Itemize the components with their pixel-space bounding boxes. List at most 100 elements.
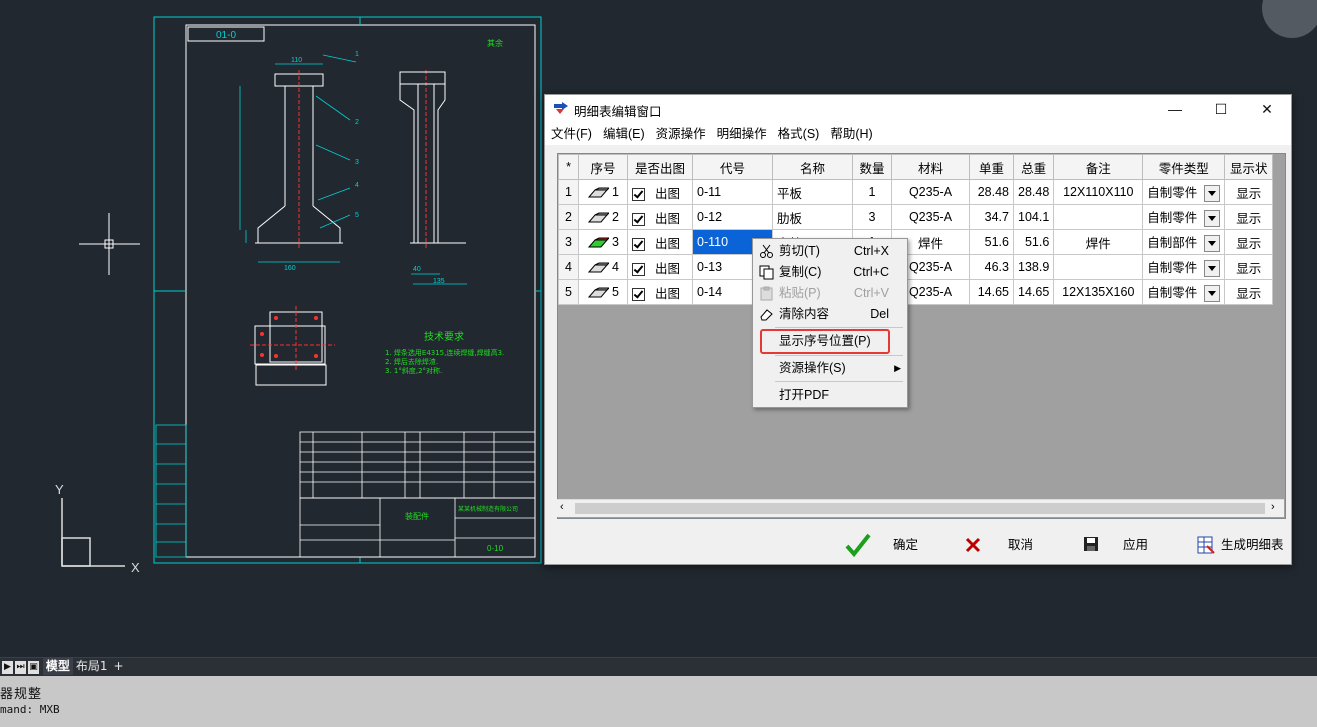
seq-cell[interactable]: 1	[578, 179, 628, 205]
type-cell[interactable]: 自制零件	[1142, 279, 1226, 305]
code-cell[interactable]: 0-12	[692, 204, 773, 230]
col-header-code[interactable]: 代号	[692, 154, 773, 180]
table-row[interactable]: 3 3 出图 0-110 立柱 1 焊件 51.6 51.6 焊件 自制部件 显…	[558, 229, 1274, 255]
col-header-qty[interactable]: 数量	[852, 154, 892, 180]
type-cell[interactable]: 自制部件	[1142, 229, 1226, 255]
command-line-area[interactable]: 器规整 mand: MXB	[0, 676, 1317, 727]
col-header-total-weight[interactable]: 总重	[1012, 154, 1055, 180]
minimize-button[interactable]: —	[1152, 95, 1198, 123]
total-weight-cell[interactable]: 14.65	[1012, 279, 1055, 305]
unit-weight-cell[interactable]: 51.6	[969, 229, 1014, 255]
tab-nav-last-icon[interactable]: ⏭	[15, 661, 26, 674]
col-header-draw[interactable]: 是否出图	[627, 154, 693, 180]
total-weight-cell[interactable]: 51.6	[1012, 229, 1055, 255]
row-number[interactable]: 4	[558, 254, 579, 280]
seq-cell[interactable]: 4	[578, 254, 628, 280]
draw-checkbox[interactable]	[632, 187, 645, 201]
display-cell[interactable]: 显示	[1224, 179, 1274, 205]
total-weight-cell[interactable]: 28.48	[1012, 179, 1055, 205]
menu-format[interactable]: 格式(S)	[773, 123, 825, 145]
generate-bom-button[interactable]: 生成明细表	[1195, 531, 1291, 559]
ok-button[interactable]: 确定	[845, 531, 935, 559]
draw-cell[interactable]: 出图	[627, 229, 693, 255]
menu-file[interactable]: 文件(F)	[546, 123, 597, 145]
unit-weight-cell[interactable]: 14.65	[969, 279, 1014, 305]
type-cell[interactable]: 自制零件	[1142, 179, 1226, 205]
total-weight-cell[interactable]: 138.9	[1012, 254, 1055, 280]
draw-cell[interactable]: 出图	[627, 254, 693, 280]
qty-cell[interactable]: 1	[852, 179, 892, 205]
type-dropdown-icon[interactable]	[1204, 210, 1221, 227]
type-cell[interactable]: 自制零件	[1142, 254, 1226, 280]
draw-checkbox[interactable]	[632, 287, 645, 301]
type-cell[interactable]: 自制零件	[1142, 204, 1226, 230]
bom-grid[interactable]: * 序号 是否出图 代号 名称 数量 材料 单重 总重 备注 零件类型 显示状 …	[557, 153, 1286, 519]
menu-resource[interactable]: 资源操作	[651, 123, 711, 145]
scroll-thumb[interactable]	[575, 503, 1265, 514]
table-row[interactable]: 1 1 出图 0-11 平板 1 Q235-A 28.48 28.48 12X1…	[558, 179, 1274, 205]
col-header-display[interactable]: 显示状	[1224, 154, 1274, 180]
col-header-material[interactable]: 材料	[891, 154, 970, 180]
draw-checkbox[interactable]	[632, 212, 645, 226]
name-cell[interactable]: 平板	[772, 179, 853, 205]
col-header-seq[interactable]: 序号	[578, 154, 628, 180]
display-cell[interactable]: 显示	[1224, 279, 1274, 305]
qty-cell[interactable]: 3	[852, 204, 892, 230]
total-weight-cell[interactable]: 104.1	[1012, 204, 1055, 230]
row-number[interactable]: 1	[558, 179, 579, 205]
material-cell[interactable]: Q235-A	[891, 204, 970, 230]
note-cell[interactable]	[1053, 204, 1144, 230]
menu-bom-ops[interactable]: 明细操作	[712, 123, 772, 145]
menu-item-open-pdf[interactable]: 打开PDF	[753, 385, 907, 406]
type-dropdown-icon[interactable]	[1204, 235, 1221, 252]
table-row[interactable]: 2 2 出图 0-12 肋板 3 Q235-A 34.7 104.1 自制零件 …	[558, 204, 1274, 230]
tab-add-button[interactable]: +	[110, 658, 126, 675]
row-number[interactable]: 3	[558, 229, 579, 255]
tab-nav-next-icon[interactable]: ▶	[2, 661, 13, 674]
type-dropdown-icon[interactable]	[1204, 260, 1221, 277]
note-cell[interactable]: 焊件	[1053, 229, 1144, 255]
menu-edit[interactable]: 编辑(E)	[598, 123, 650, 145]
type-dropdown-icon[interactable]	[1204, 185, 1221, 202]
seq-cell[interactable]: 2	[578, 204, 628, 230]
draw-cell[interactable]: 出图	[627, 179, 693, 205]
note-cell[interactable]: 12X110X110	[1053, 179, 1144, 205]
row-number[interactable]: 5	[558, 279, 579, 305]
tab-layout1[interactable]: 布局1	[73, 658, 111, 675]
col-header-note[interactable]: 备注	[1053, 154, 1144, 180]
draw-cell[interactable]: 出图	[627, 204, 693, 230]
scroll-left-icon[interactable]: ‹	[560, 501, 564, 513]
dialog-titlebar[interactable]: 明细表编辑窗口 — ☐ ✕	[545, 95, 1291, 123]
tab-model[interactable]: 模型	[42, 658, 73, 675]
code-cell[interactable]: 0-11	[692, 179, 773, 205]
menu-item-copy[interactable]: 复制(C) Ctrl+C	[753, 262, 907, 283]
horizontal-scrollbar[interactable]: ‹ ›	[557, 499, 1284, 517]
display-cell[interactable]: 显示	[1224, 229, 1274, 255]
menu-help[interactable]: 帮助(H)	[825, 123, 877, 145]
maximize-button[interactable]: ☐	[1198, 95, 1244, 123]
table-row[interactable]: 5 5 出图 0-14 垫板 1 Q235-A 14.65 14.65 12X1…	[558, 279, 1274, 305]
tab-nav-menu-icon[interactable]: ▣	[28, 661, 39, 674]
menu-item-clear[interactable]: 清除内容 Del	[753, 304, 907, 325]
menu-item-paste[interactable]: 粘贴(P) Ctrl+V	[753, 283, 907, 304]
unit-weight-cell[interactable]: 46.3	[969, 254, 1014, 280]
row-number[interactable]: 2	[558, 204, 579, 230]
table-row[interactable]: 4 4 出图 0-13 底板 1 Q235-A 46.3 138.9 自制零件 …	[558, 254, 1274, 280]
unit-weight-cell[interactable]: 28.48	[969, 179, 1014, 205]
draw-cell[interactable]: 出图	[627, 279, 693, 305]
col-header-type[interactable]: 零件类型	[1142, 154, 1226, 180]
col-header-unit-weight[interactable]: 单重	[969, 154, 1014, 180]
col-header-star[interactable]: *	[558, 154, 579, 180]
close-button[interactable]: ✕	[1244, 95, 1290, 123]
menu-item-cut[interactable]: 剪切(T) Ctrl+X	[753, 241, 907, 262]
name-cell[interactable]: 肋板	[772, 204, 853, 230]
type-dropdown-icon[interactable]	[1204, 285, 1221, 302]
display-cell[interactable]: 显示	[1224, 254, 1274, 280]
seq-cell[interactable]: 3	[578, 229, 628, 255]
material-cell[interactable]: Q235-A	[891, 179, 970, 205]
seq-cell[interactable]: 5	[578, 279, 628, 305]
scroll-right-icon[interactable]: ›	[1271, 501, 1275, 513]
col-header-name[interactable]: 名称	[772, 154, 853, 180]
draw-checkbox[interactable]	[632, 237, 645, 251]
note-cell[interactable]	[1053, 254, 1144, 280]
